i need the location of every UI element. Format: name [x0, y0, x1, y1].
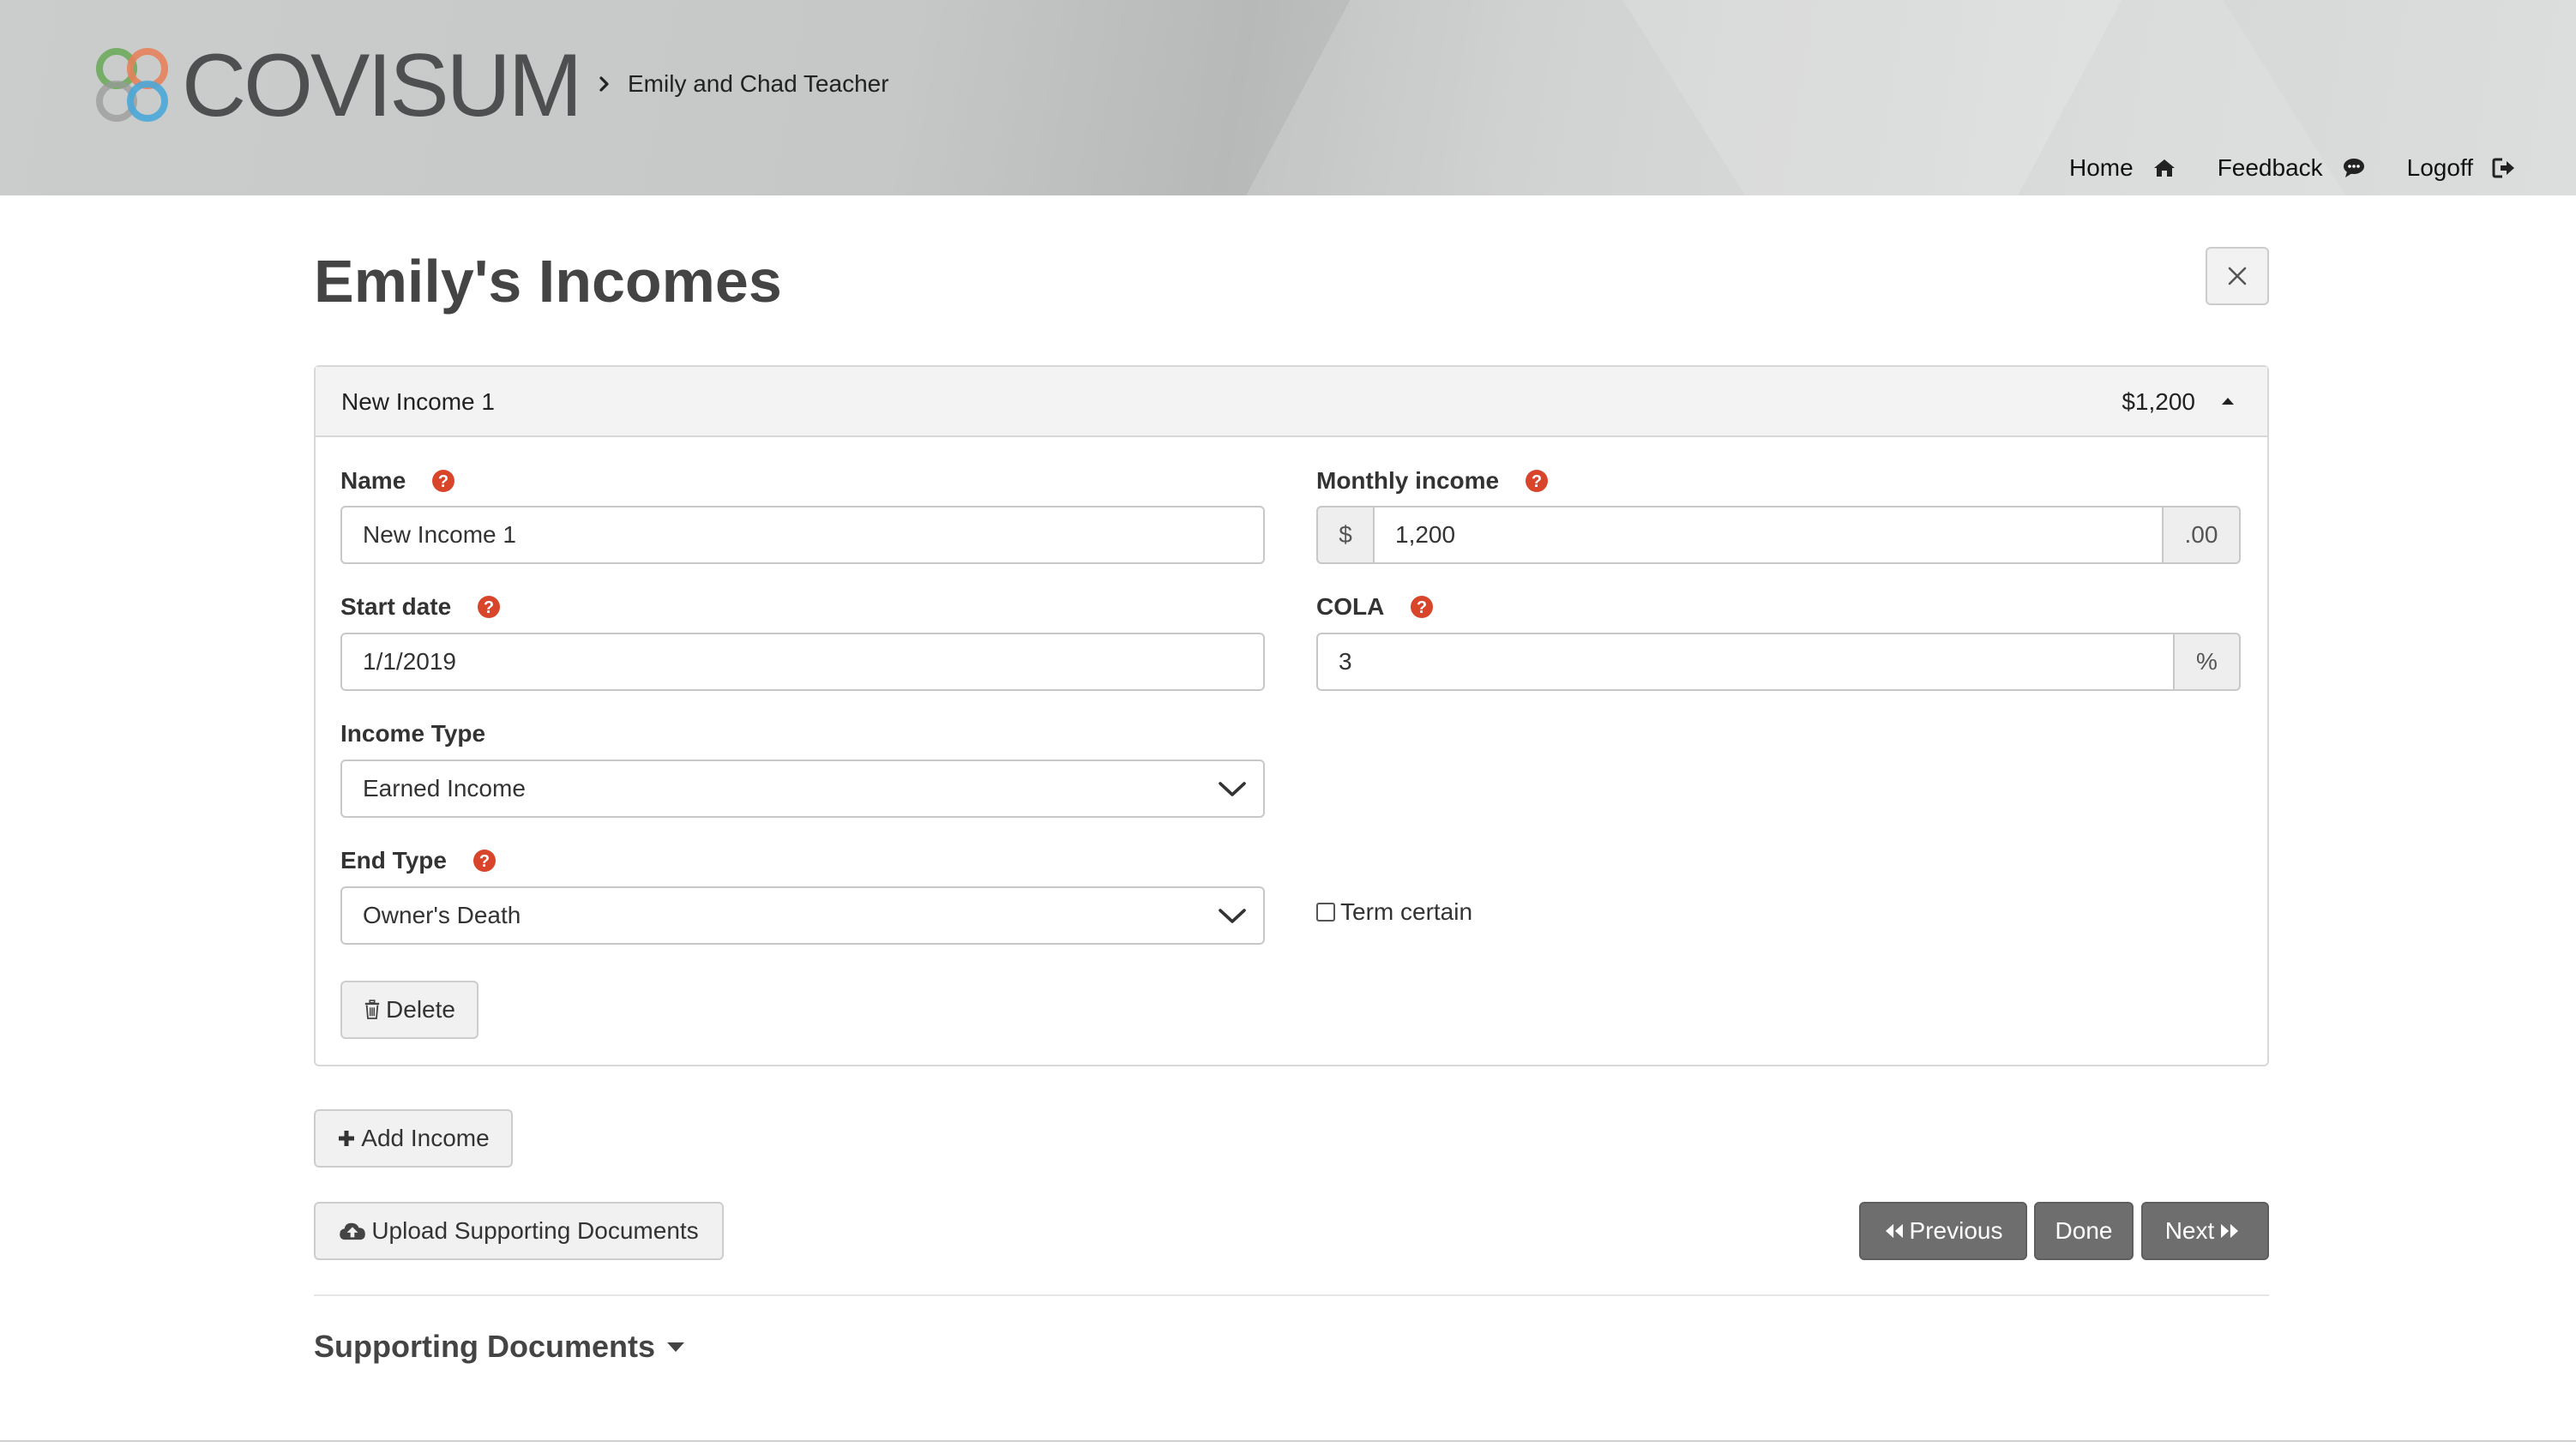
close-button[interactable]: [2206, 247, 2269, 305]
breadcrumb-client[interactable]: Emily and Chad Teacher: [628, 67, 889, 101]
nav-home[interactable]: Home: [2069, 151, 2176, 185]
help-icon[interactable]: ?: [1410, 595, 1434, 619]
app-header: COVISUM Emily and Chad Teacher Home Feed…: [0, 0, 2576, 195]
monthly-income-input[interactable]: 1,200: [1373, 506, 2164, 564]
comment-icon: [2343, 159, 2364, 177]
supporting-documents-toggle[interactable]: Supporting Documents: [314, 1327, 686, 1366]
sign-out-icon: [2492, 158, 2514, 178]
start-date-input[interactable]: 1/1/2019: [340, 633, 1265, 691]
brand-logo[interactable]: COVISUM: [89, 36, 582, 135]
name-input[interactable]: New Income 1: [340, 506, 1265, 564]
income-panel-name: New Income 1: [341, 388, 495, 415]
nav-feedback-label: Feedback: [2217, 154, 2323, 181]
svg-text:?: ?: [1532, 472, 1542, 491]
brand-wordmark: COVISUM: [182, 36, 582, 135]
page-title: Emily's Incomes: [314, 248, 782, 315]
caret-down-icon: [667, 1342, 684, 1352]
term-certain-checkbox[interactable]: [1316, 903, 1335, 922]
income-type-label: Income Type: [340, 717, 485, 751]
end-type-select[interactable]: Owner's Death: [340, 886, 1265, 945]
section-divider: [314, 1294, 2269, 1296]
delete-label: Delete: [386, 996, 455, 1023]
delete-button[interactable]: Delete: [340, 981, 478, 1039]
next-label: Next: [2164, 1217, 2215, 1244]
chevron-down-icon: [1219, 782, 1246, 796]
svg-text:?: ?: [484, 598, 494, 617]
nav-logoff[interactable]: Logoff: [2407, 151, 2516, 185]
start-date-label-text: Start date: [340, 593, 452, 620]
name-label: Name ?: [340, 464, 455, 498]
cola-input[interactable]: 3: [1316, 633, 2175, 691]
top-navigation: Home Feedback Logoff: [2028, 151, 2516, 185]
start-date-label: Start date ?: [340, 590, 501, 624]
income-type-value: Earned Income: [363, 775, 526, 802]
logo-rings-icon: [96, 48, 168, 122]
income-panel: New Income 1 $1,200: [314, 365, 2269, 1066]
percent-addon: %: [2173, 633, 2241, 691]
add-income-label: Add Income: [361, 1125, 490, 1151]
svg-text:?: ?: [438, 472, 448, 491]
term-certain-row: Term certain: [1316, 895, 1472, 929]
name-label-text: Name: [340, 467, 406, 494]
close-icon: [2228, 267, 2247, 285]
trash-icon: [364, 1000, 380, 1019]
chevron-down-icon: [1219, 909, 1246, 923]
chevron-right-icon: [599, 76, 609, 92]
currency-addon: $: [1316, 506, 1375, 564]
done-button[interactable]: Done: [2034, 1202, 2134, 1260]
income-panel-amount: $1,200: [2122, 388, 2195, 415]
help-icon[interactable]: ?: [477, 595, 501, 619]
cola-label-text: COLA: [1316, 593, 1385, 620]
nav-feedback[interactable]: Feedback: [2218, 151, 2366, 185]
plus-icon: [339, 1131, 355, 1146]
done-label: Done: [2055, 1217, 2113, 1244]
end-type-value: Owner's Death: [363, 902, 521, 928]
monthly-income-label: Monthly income ?: [1316, 464, 1549, 498]
end-type-label: End Type ?: [340, 844, 497, 878]
upload-documents-button[interactable]: Upload Supporting Documents: [314, 1202, 724, 1260]
help-icon[interactable]: ?: [1525, 469, 1549, 493]
caret-up-icon[interactable]: [2219, 394, 2236, 408]
nav-logoff-label: Logoff: [2406, 154, 2473, 181]
previous-button[interactable]: Previous: [1859, 1202, 2027, 1260]
add-income-button[interactable]: Add Income: [314, 1109, 513, 1168]
supporting-documents-title: Supporting Documents: [314, 1329, 655, 1364]
previous-label: Previous: [1909, 1217, 2003, 1244]
cents-addon: .00: [2162, 506, 2241, 564]
footer-divider: [0, 1440, 2576, 1442]
svg-text:?: ?: [1417, 598, 1427, 617]
help-icon[interactable]: ?: [472, 849, 497, 873]
cloud-upload-icon: [340, 1222, 366, 1240]
forward-icon: [2221, 1223, 2239, 1239]
home-icon: [2153, 159, 2175, 177]
next-button[interactable]: Next: [2141, 1202, 2269, 1260]
income-type-select[interactable]: Earned Income: [340, 760, 1265, 818]
svg-text:?: ?: [479, 852, 490, 871]
income-type-label-text: Income Type: [340, 720, 486, 747]
backward-icon: [1885, 1223, 1903, 1239]
cola-label: COLA ?: [1316, 590, 1434, 624]
monthly-income-label-text: Monthly income: [1316, 467, 1500, 494]
income-panel-header[interactable]: New Income 1 $1,200: [316, 367, 2267, 437]
end-type-label-text: End Type: [340, 847, 447, 874]
help-icon[interactable]: ?: [431, 469, 455, 493]
nav-home-label: Home: [2068, 154, 2134, 181]
upload-documents-label: Upload Supporting Documents: [371, 1217, 699, 1244]
term-certain-label[interactable]: Term certain: [1340, 898, 1472, 926]
